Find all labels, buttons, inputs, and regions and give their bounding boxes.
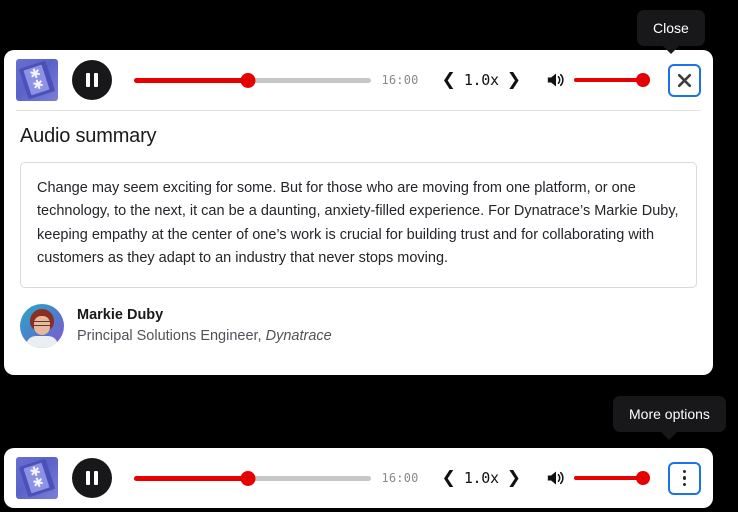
volume-high-icon[interactable] xyxy=(546,71,566,89)
volume-control xyxy=(546,469,650,487)
speed-value-label: 1.0x xyxy=(463,469,499,487)
progress-thumb[interactable] xyxy=(240,470,256,486)
more-options-button[interactable] xyxy=(668,461,701,495)
time-remaining-label: 16:00 xyxy=(381,73,419,87)
tooltip-more-options: More options xyxy=(613,396,726,432)
author-details: Markie Duby Principal Solutions Engineer… xyxy=(77,305,332,348)
progress-slider[interactable] xyxy=(134,70,372,90)
author-name: Markie Duby xyxy=(77,306,164,323)
player-bar-top: ✱ ✱ 16:00 ❮ 1.0x ❯ xyxy=(4,50,713,110)
mini-player-card: ✱ ✱ 16:00 ❮ 1.0x ❯ xyxy=(4,448,713,508)
progress-fill xyxy=(134,77,248,83)
author-role: Principal Solutions Engineer, Dynatrace xyxy=(77,326,332,348)
progress-fill xyxy=(134,475,248,481)
pause-button[interactable] xyxy=(72,458,112,498)
speed-increase-button[interactable]: ❯ xyxy=(506,71,522,89)
progress-slider[interactable] xyxy=(134,468,372,488)
kebab-dot xyxy=(682,482,687,487)
close-button[interactable] xyxy=(668,63,701,97)
speed-decrease-button[interactable]: ❮ xyxy=(441,469,457,487)
volume-slider[interactable] xyxy=(574,470,650,486)
summary-section: Audio summary Change may seem exciting f… xyxy=(4,111,713,348)
summary-paragraph: Change may seem exciting for some. But f… xyxy=(37,180,679,267)
volume-high-icon[interactable] xyxy=(546,469,566,487)
time-remaining-label: 16:00 xyxy=(381,471,419,485)
playback-speed-control: ❮ 1.0x ❯ xyxy=(441,71,522,89)
kebab-dot xyxy=(682,476,687,480)
kebab-dot xyxy=(682,469,687,474)
avatar-glasses xyxy=(33,320,51,326)
kebab-menu-icon xyxy=(682,469,687,487)
pause-icon-bar xyxy=(94,73,98,87)
author-row: Markie Duby Principal Solutions Engineer… xyxy=(20,303,697,348)
audio-summary-card: ✱ ✱ 16:00 ❮ 1.0x ❯ Audio summary Change … xyxy=(4,50,713,375)
playback-speed-control: ❮ 1.0x ❯ xyxy=(441,469,522,487)
close-icon xyxy=(677,73,692,87)
progress-thumb[interactable] xyxy=(240,72,256,88)
volume-slider[interactable] xyxy=(574,72,650,88)
pause-button[interactable] xyxy=(72,60,112,100)
author-avatar xyxy=(20,303,64,348)
episode-artwork-thumbnail: ✱ ✱ xyxy=(16,59,58,101)
volume-thumb[interactable] xyxy=(636,471,650,485)
pause-icon-bar xyxy=(86,73,90,87)
summary-text-box: Change may seem exciting for some. But f… xyxy=(20,162,697,288)
speed-decrease-button[interactable]: ❮ xyxy=(441,71,457,89)
episode-artwork-thumbnail: ✱ ✱ xyxy=(16,457,58,499)
author-role-title: Principal Solutions Engineer, xyxy=(77,327,266,344)
author-organization: Dynatrace xyxy=(265,327,332,344)
pause-icon-bar xyxy=(94,471,98,485)
speed-increase-button[interactable]: ❯ xyxy=(506,469,522,487)
tooltip-close-label: Close xyxy=(653,20,689,36)
avatar-shirt xyxy=(26,335,58,348)
tooltip-more-options-label: More options xyxy=(629,406,710,422)
summary-title: Audio summary xyxy=(20,125,157,147)
speed-value-label: 1.0x xyxy=(463,71,499,89)
player-bar-bottom: ✱ ✱ 16:00 ❮ 1.0x ❯ xyxy=(4,448,713,508)
volume-thumb[interactable] xyxy=(636,73,650,87)
pause-icon-bar xyxy=(86,471,90,485)
volume-control xyxy=(546,71,650,89)
tooltip-close: Close xyxy=(637,10,705,46)
